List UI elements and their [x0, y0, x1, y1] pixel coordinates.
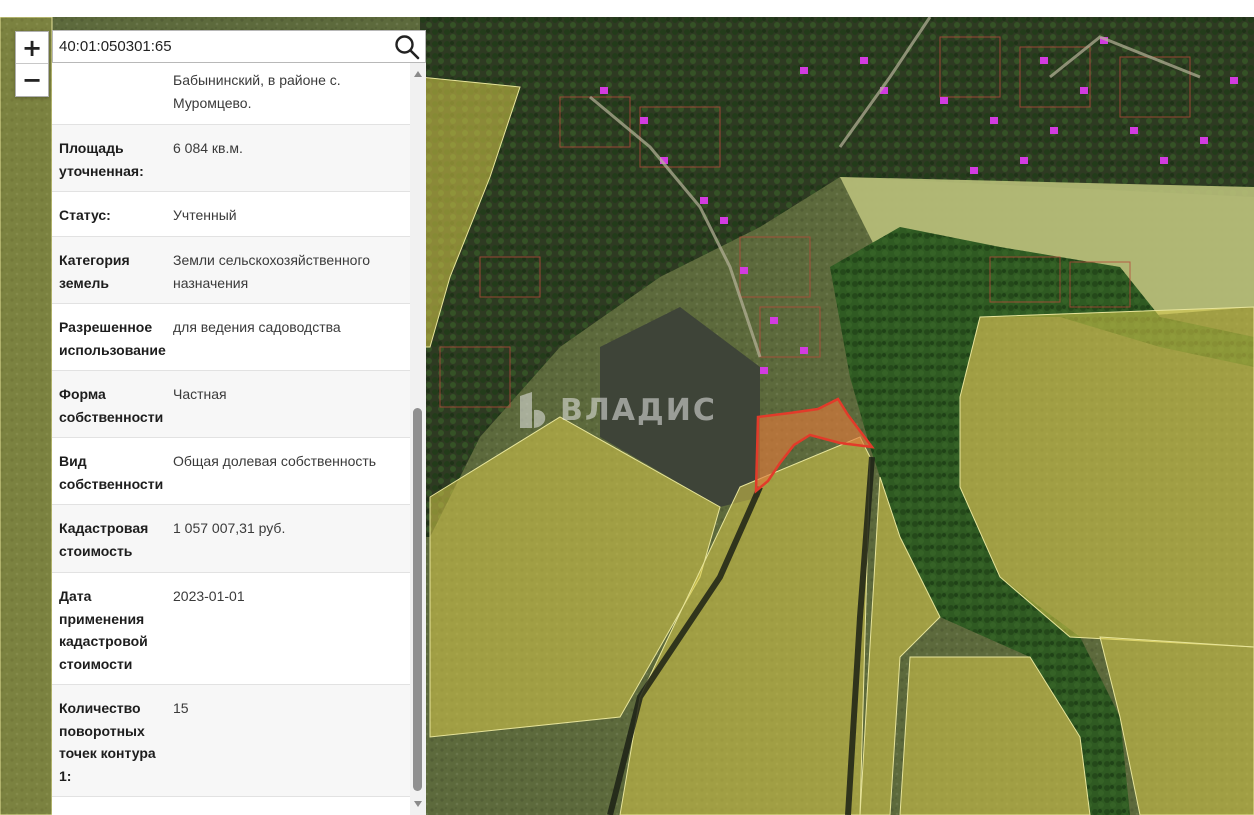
search-bar — [52, 30, 426, 63]
watermark-logo-icon — [520, 392, 546, 428]
attr-value: для ведения садоводства — [173, 319, 341, 335]
attr-row-land-category: Категория земель Земли сельскохозяйствен… — [52, 237, 410, 304]
zoom-out-button[interactable]: − — [16, 63, 48, 95]
attr-value: 2023-01-01 — [173, 588, 245, 604]
parcel-attributes: Бабынинский, в районе с. Муромцево. Площ… — [52, 63, 410, 797]
attr-row-permitted-use: Разрешенное использование для ведения са… — [52, 304, 410, 371]
chevron-down-icon[interactable] — [414, 801, 422, 807]
chevron-up-icon[interactable] — [414, 71, 422, 77]
attr-row-contour-points: Количество поворотных точек контура 1: 1… — [52, 685, 410, 797]
search-icon — [395, 34, 420, 59]
attr-value: Частная — [173, 386, 227, 402]
attr-row-ownership-type: Вид собственности Общая долевая собствен… — [52, 438, 410, 505]
attr-key: Количество поворотных точек контура 1: — [59, 700, 156, 784]
attr-row-address: Бабынинский, в районе с. Муромцево. — [52, 63, 410, 125]
zoom-in-button[interactable]: + — [16, 32, 48, 63]
search-input[interactable] — [53, 31, 389, 62]
attr-row-value-date: Дата применения кадастровой стоимости 20… — [52, 573, 410, 685]
watermark: ВЛАДИС — [518, 390, 717, 430]
scrollbar-thumb[interactable] — [413, 408, 422, 791]
attr-value: Земли сельскохозяйственного назначения — [173, 252, 371, 291]
attr-row-status: Статус: Учтенный — [52, 192, 410, 237]
attr-value: 6 084 кв.м. — [173, 140, 243, 156]
attr-row-ownership-form: Форма собственности Частная — [52, 371, 410, 438]
zoom-control: + − — [15, 31, 49, 97]
panel-scrollbar[interactable] — [410, 63, 426, 815]
attr-value: Бабынинский, в районе с. Муромцево. — [173, 72, 341, 111]
attr-key: Вид собственности — [59, 453, 164, 492]
search-button[interactable] — [389, 31, 425, 62]
attr-value: Учтенный — [173, 207, 237, 223]
attr-key: Дата применения кадастровой стоимости — [59, 588, 148, 672]
parcel-info-panel[interactable]: Бабынинский, в районе с. Муромцево. Площ… — [52, 63, 426, 815]
attr-key: Статус: — [59, 207, 111, 223]
attr-key: Кадастровая стоимость — [59, 520, 149, 559]
parcel — [0, 17, 53, 815]
attr-key: Разрешенное использование — [59, 319, 166, 358]
attr-row-area: Площадь уточненная: 6 084 кв.м. — [52, 125, 410, 192]
watermark-text: ВЛАДИС — [560, 392, 717, 428]
attr-value: 15 — [173, 700, 189, 716]
attr-key: Форма собственности — [59, 386, 164, 425]
attr-row-cadastral-value: Кадастровая стоимость 1 057 007,31 руб. — [52, 505, 410, 573]
attr-key: Площадь уточненная: — [59, 140, 144, 179]
attr-value: Общая долевая собственность — [173, 453, 377, 469]
attr-key: Категория земель — [59, 252, 130, 291]
attr-value: 1 057 007,31 руб. — [173, 520, 286, 536]
